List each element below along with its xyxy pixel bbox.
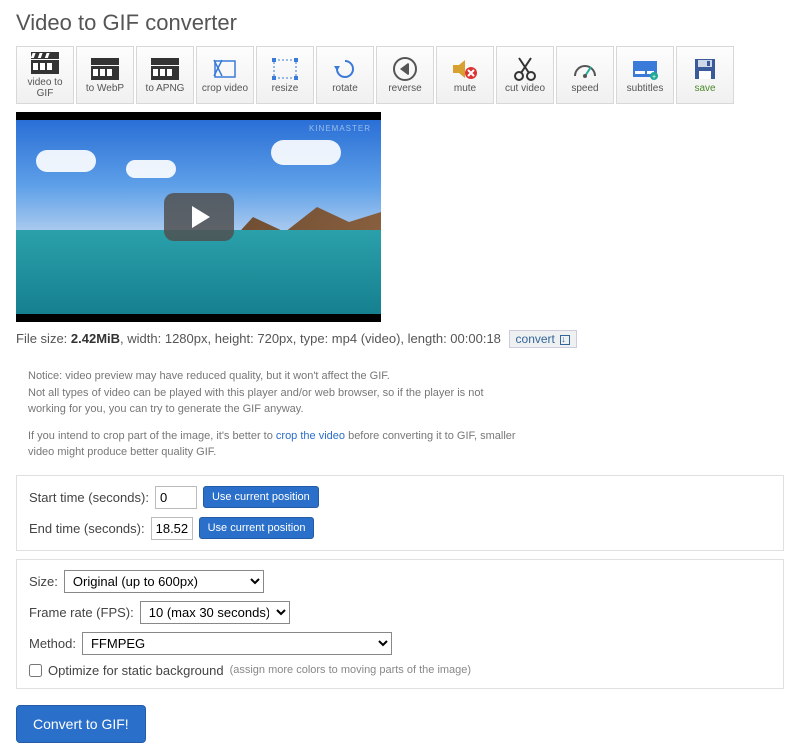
video-preview[interactable]: KINEMASTER — [16, 112, 381, 322]
file-meta: File size: 2.42MiB, width: 1280px, heigh… — [16, 330, 784, 348]
start-time-label: Start time (seconds): — [29, 490, 149, 505]
time-settings: Start time (seconds): Use current positi… — [16, 475, 784, 551]
tool-crop-video[interactable]: crop video — [196, 46, 254, 104]
size-label: Size: — [29, 574, 58, 589]
optimize-checkbox[interactable] — [29, 664, 42, 677]
tool-label: resize — [272, 83, 299, 94]
tool-label: rotate — [332, 83, 358, 94]
preview-water — [16, 230, 381, 314]
tool-to-webp[interactable]: to WebP — [76, 46, 134, 104]
size-select[interactable]: Original (up to 600px) — [64, 570, 264, 593]
use-current-end-button[interactable]: Use current position — [199, 517, 315, 539]
optimize-label: Optimize for static background — [48, 663, 224, 678]
tool-mute[interactable]: mute — [436, 46, 494, 104]
end-time-input[interactable] — [151, 517, 193, 540]
rotate-icon — [330, 57, 360, 81]
tool-to-apng[interactable]: to APNG — [136, 46, 194, 104]
tool-video-to-gif[interactable]: video to GIF — [16, 46, 74, 104]
tool-label: to WebP — [86, 83, 124, 94]
resize-icon — [270, 57, 300, 81]
end-time-label: End time (seconds): — [29, 521, 145, 536]
output-settings: Size: Original (up to 600px) Frame rate … — [16, 559, 784, 689]
use-current-start-button[interactable]: Use current position — [203, 486, 319, 508]
convert-link[interactable]: convert — [509, 330, 578, 348]
optimize-hint: (assign more colors to moving parts of t… — [230, 664, 472, 676]
toolbar: video to GIF to WebP to APNG crop video … — [16, 46, 784, 104]
tool-resize[interactable]: resize — [256, 46, 314, 104]
clapper-icon — [30, 51, 60, 75]
crop-icon — [210, 57, 240, 81]
tool-cut-video[interactable]: cut video — [496, 46, 554, 104]
play-button[interactable] — [164, 193, 234, 241]
clapper-icon — [90, 57, 120, 81]
fps-label: Frame rate (FPS): — [29, 605, 134, 620]
svg-text:+: + — [652, 74, 656, 80]
tool-label: save — [694, 83, 715, 94]
tool-label: to APNG — [146, 83, 185, 94]
mute-icon — [450, 57, 480, 81]
tool-speed[interactable]: speed — [556, 46, 614, 104]
tool-label: reverse — [388, 83, 421, 94]
reverse-icon — [390, 57, 420, 81]
method-select[interactable]: FFMPEG — [82, 632, 392, 655]
scissors-icon — [510, 57, 540, 81]
tool-rotate[interactable]: rotate — [316, 46, 374, 104]
clapper-icon — [150, 57, 180, 81]
tool-label: subtitles — [627, 83, 664, 94]
tool-label: cut video — [505, 83, 545, 94]
subtitles-icon: + — [630, 57, 660, 81]
page-title: Video to GIF converter — [16, 10, 784, 36]
watermark: KINEMASTER — [309, 124, 371, 133]
notice-text: Notice: video preview may have reduced q… — [16, 360, 536, 475]
tool-label: mute — [454, 83, 476, 94]
convert-button[interactable]: Convert to GIF! — [16, 705, 146, 743]
crop-video-link[interactable]: crop the video — [276, 430, 345, 442]
fps-select[interactable]: 10 (max 30 seconds) — [140, 601, 290, 624]
method-label: Method: — [29, 636, 76, 651]
gauge-icon — [570, 57, 600, 81]
tool-save[interactable]: save — [676, 46, 734, 104]
tool-label: speed — [571, 83, 598, 94]
download-icon — [560, 335, 570, 345]
start-time-input[interactable] — [155, 486, 197, 509]
tool-reverse[interactable]: reverse — [376, 46, 434, 104]
floppy-icon — [690, 57, 720, 81]
tool-label: video to GIF — [19, 77, 71, 99]
tool-subtitles[interactable]: + subtitles — [616, 46, 674, 104]
tool-label: crop video — [202, 83, 248, 94]
